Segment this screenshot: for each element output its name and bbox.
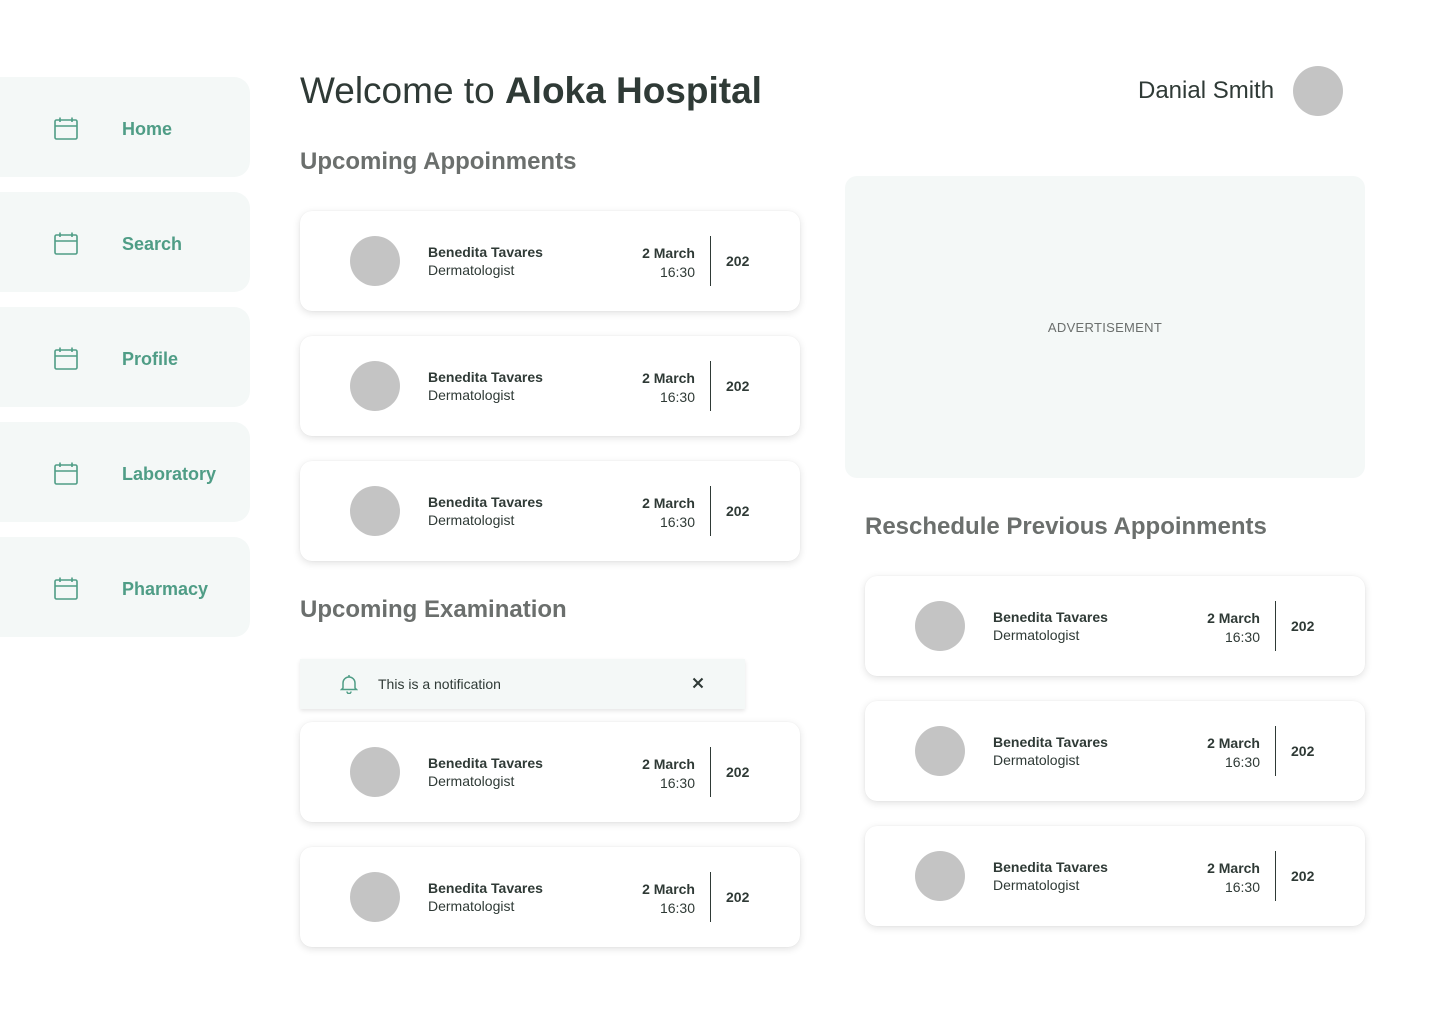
doctor-avatar	[915, 726, 965, 776]
appointment-date: 2 March	[1207, 610, 1260, 626]
sidebar-item-label: Home	[122, 119, 173, 139]
doctor-avatar	[350, 486, 400, 536]
doctor-name: Benedita Tavares	[428, 755, 543, 771]
sidebar-item-label: Profile	[122, 349, 179, 369]
room-number: 202	[726, 764, 750, 780]
card-divider	[1275, 601, 1276, 651]
doctor-specialty: Dermatologist	[993, 627, 1080, 643]
doctor-name: Benedita Tavares	[993, 859, 1108, 875]
doctor-specialty: Dermatologist	[428, 773, 515, 789]
advertisement-label: ADVERTISEMENT	[1047, 319, 1163, 335]
notification-banner: This is a notification	[300, 659, 745, 709]
room-number: 202	[1291, 743, 1315, 759]
page-title: Welcome to Aloka Hospital	[300, 70, 762, 112]
sidebar-item-search[interactable]: Search	[0, 192, 250, 292]
calendar-icon	[54, 577, 78, 600]
appointment-time: 16:30	[659, 264, 695, 280]
reschedule-card[interactable]: Benedita Tavares Dermatologist 2 March 1…	[865, 826, 1365, 926]
page-title-prefix: Welcome to	[300, 70, 505, 111]
doctor-avatar	[350, 747, 400, 797]
examination-date: 2 March	[642, 756, 695, 772]
room-number: 202	[1291, 618, 1315, 634]
card-divider	[1275, 726, 1276, 776]
doctor-name: Benedita Tavares	[428, 369, 543, 385]
calendar-icon	[54, 232, 78, 255]
appointment-time: 16:30	[1224, 879, 1260, 895]
notification-message: This is a notification	[378, 676, 501, 692]
bell-icon	[340, 675, 358, 694]
doctor-name: Benedita Tavares	[428, 244, 543, 260]
doctor-name: Benedita Tavares	[428, 880, 543, 896]
advertisement-panel[interactable]: ADVERTISEMENT	[845, 176, 1365, 478]
examination-time: 16:30	[659, 900, 695, 916]
appointment-time: 16:30	[1224, 754, 1260, 770]
doctor-avatar	[350, 872, 400, 922]
room-number: 202	[726, 378, 750, 394]
card-divider	[710, 236, 711, 286]
appointment-time: 16:30	[1224, 629, 1260, 645]
appointment-time: 16:30	[659, 514, 695, 530]
examination-card[interactable]: Benedita Tavares Dermatologist 2 March 1…	[300, 722, 800, 822]
user-name[interactable]: Danial Smith	[1138, 77, 1274, 105]
reschedule-title: Reschedule Previous Appoinments	[865, 513, 1267, 540]
hospital-name: Aloka Hospital	[504, 70, 762, 111]
close-icon[interactable]	[688, 673, 708, 693]
appointment-date: 2 March	[642, 495, 695, 511]
doctor-specialty: Dermatologist	[428, 387, 515, 403]
card-divider	[1275, 851, 1276, 901]
appointment-date: 2 March	[1207, 735, 1260, 751]
card-divider	[710, 747, 711, 797]
card-divider	[710, 872, 711, 922]
appointment-card[interactable]: Benedita Tavares Dermatologist 2 March 1…	[300, 461, 800, 561]
sidebar-item-home[interactable]: Home	[0, 77, 250, 177]
examination-date: 2 March	[642, 881, 695, 897]
sidebar-item-label: Search	[122, 234, 183, 254]
doctor-specialty: Dermatologist	[993, 752, 1080, 768]
upcoming-examination-title: Upcoming Examination	[300, 596, 567, 623]
calendar-icon	[54, 462, 78, 485]
card-divider	[710, 486, 711, 536]
doctor-name: Benedita Tavares	[993, 609, 1108, 625]
appointment-date: 2 March	[1207, 860, 1260, 876]
doctor-specialty: Dermatologist	[428, 898, 515, 914]
doctor-avatar	[350, 236, 400, 286]
examination-card[interactable]: Benedita Tavares Dermatologist 2 March 1…	[300, 847, 800, 947]
reschedule-card[interactable]: Benedita Tavares Dermatologist 2 March 1…	[865, 576, 1365, 676]
user-avatar[interactable]	[1293, 66, 1343, 116]
doctor-name: Benedita Tavares	[993, 734, 1108, 750]
doctor-avatar	[350, 361, 400, 411]
sidebar-item-laboratory[interactable]: Laboratory	[0, 422, 250, 522]
examination-time: 16:30	[659, 775, 695, 791]
appointment-time: 16:30	[659, 389, 695, 405]
doctor-avatar	[915, 601, 965, 651]
doctor-avatar	[915, 851, 965, 901]
dashboard-page: Home Search Profile Laboratory Pharmacy	[0, 0, 1440, 1024]
doctor-specialty: Dermatologist	[993, 877, 1080, 893]
sidebar-item-label: Pharmacy	[122, 579, 209, 599]
sidebar-item-profile[interactable]: Profile	[0, 307, 250, 407]
upcoming-appointments-title: Upcoming Appoinments	[300, 148, 577, 175]
reschedule-card[interactable]: Benedita Tavares Dermatologist 2 March 1…	[865, 701, 1365, 801]
doctor-specialty: Dermatologist	[428, 262, 515, 278]
room-number: 202	[726, 503, 750, 519]
calendar-icon	[54, 347, 78, 370]
card-divider	[710, 361, 711, 411]
room-number: 202	[1291, 868, 1315, 884]
appointment-card[interactable]: Benedita Tavares Dermatologist 2 March 1…	[300, 211, 800, 311]
calendar-icon	[54, 117, 78, 140]
sidebar: Home Search Profile Laboratory Pharmacy	[0, 77, 250, 652]
doctor-name: Benedita Tavares	[428, 494, 543, 510]
sidebar-item-label: Laboratory	[122, 464, 217, 484]
room-number: 202	[726, 889, 750, 905]
appointment-card[interactable]: Benedita Tavares Dermatologist 2 March 1…	[300, 336, 800, 436]
doctor-specialty: Dermatologist	[428, 512, 515, 528]
sidebar-item-pharmacy[interactable]: Pharmacy	[0, 537, 250, 637]
room-number: 202	[726, 253, 750, 269]
appointment-date: 2 March	[642, 370, 695, 386]
appointment-date: 2 March	[642, 245, 695, 261]
